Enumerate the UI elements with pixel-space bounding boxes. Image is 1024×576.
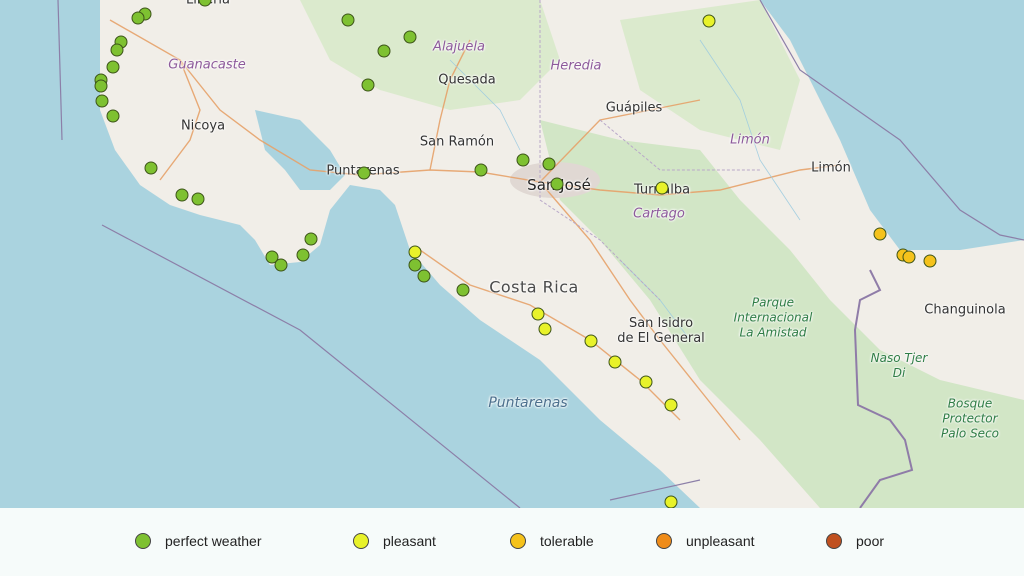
map-label-park: Bosque Protector Palo Seco xyxy=(940,396,1000,441)
weather-marker-perfect-weather[interactable] xyxy=(274,258,288,272)
map-base-layer xyxy=(57,0,1024,508)
legend-label: unpleasant xyxy=(686,533,755,549)
legend-item-tolerable[interactable]: tolerable xyxy=(510,533,594,549)
map-label-region: Alajuela xyxy=(433,39,485,55)
weather-marker-perfect-weather[interactable] xyxy=(296,248,310,262)
legend-label: tolerable xyxy=(540,533,594,549)
weather-marker-perfect-weather[interactable] xyxy=(106,109,120,123)
weather-marker-pleasant[interactable] xyxy=(531,307,545,321)
map-label-city: San Isidro de El General xyxy=(617,316,705,346)
weather-marker-tolerable[interactable] xyxy=(873,227,887,241)
weather-marker-perfect-weather[interactable] xyxy=(516,153,530,167)
weather-marker-perfect-weather[interactable] xyxy=(361,78,375,92)
legend-item-unpleasant[interactable]: unpleasant xyxy=(656,533,755,549)
legend-swatch-icon xyxy=(353,533,369,549)
map-label-region: Heredia xyxy=(550,58,602,74)
legend: perfect weather pleasant tolerable unpleasa… xyxy=(0,508,1024,576)
weather-marker-pleasant[interactable] xyxy=(664,398,678,412)
map-label-city: Limón xyxy=(811,160,851,176)
weather-marker-perfect-weather[interactable] xyxy=(550,177,564,191)
map-label-region: Cartago xyxy=(633,206,685,222)
weather-marker-perfect-weather[interactable] xyxy=(357,166,371,180)
legend-swatch-icon xyxy=(826,533,842,549)
legend-swatch-icon xyxy=(510,533,526,549)
map-view[interactable]: LiberiaGuanacasteAlajuelaHerediaQuesadaG… xyxy=(0,0,1024,508)
map-label-region: Limón xyxy=(730,132,770,148)
weather-marker-perfect-weather[interactable] xyxy=(144,161,158,175)
legend-label: perfect weather xyxy=(165,533,262,549)
weather-marker-pleasant[interactable] xyxy=(655,181,669,195)
legend-item-perfect-weather[interactable]: perfect weather xyxy=(135,533,262,549)
weather-marker-perfect-weather[interactable] xyxy=(542,157,556,171)
legend-item-poor[interactable]: poor xyxy=(826,533,884,549)
weather-marker-perfect-weather[interactable] xyxy=(131,11,145,25)
map-label-country: Costa Rica xyxy=(489,277,579,297)
weather-marker-perfect-weather[interactable] xyxy=(95,94,109,108)
weather-marker-pleasant[interactable] xyxy=(584,334,598,348)
weather-marker-tolerable[interactable] xyxy=(923,254,937,268)
weather-marker-perfect-weather[interactable] xyxy=(106,60,120,74)
weather-marker-perfect-weather[interactable] xyxy=(341,13,355,27)
map-label-park: Parque Internacional La Amistad xyxy=(733,295,813,340)
map-label-city: Nicoya xyxy=(180,118,226,134)
map-label-city: Quesada xyxy=(438,72,496,88)
weather-marker-perfect-weather[interactable] xyxy=(403,30,417,44)
weather-marker-perfect-weather[interactable] xyxy=(456,283,470,297)
weather-marker-perfect-weather[interactable] xyxy=(474,163,488,177)
weather-marker-tolerable[interactable] xyxy=(902,250,916,264)
weather-marker-pleasant[interactable] xyxy=(702,14,716,28)
map-label-city: Guápiles xyxy=(605,100,663,116)
weather-marker-perfect-weather[interactable] xyxy=(417,269,431,283)
weather-marker-perfect-weather[interactable] xyxy=(191,192,205,206)
weather-marker-pleasant[interactable] xyxy=(608,355,622,369)
weather-marker-perfect-weather[interactable] xyxy=(377,44,391,58)
map-label-city: San Ramón xyxy=(419,134,495,150)
map-label-region: Guanacaste xyxy=(168,57,246,73)
legend-swatch-icon xyxy=(135,533,151,549)
weather-marker-pleasant[interactable] xyxy=(408,245,422,259)
map-label-sea: Puntarenas xyxy=(488,395,568,411)
weather-marker-perfect-weather[interactable] xyxy=(175,188,189,202)
legend-label: poor xyxy=(856,533,885,549)
map-label-city: Changuinola xyxy=(924,302,1006,318)
weather-marker-pleasant[interactable] xyxy=(538,322,552,336)
weather-marker-pleasant[interactable] xyxy=(639,375,653,389)
weather-marker-pleasant[interactable] xyxy=(664,495,678,508)
weather-marker-perfect-weather[interactable] xyxy=(110,43,124,57)
weather-marker-perfect-weather[interactable] xyxy=(94,79,108,93)
legend-item-pleasant[interactable]: pleasant xyxy=(353,533,436,549)
weather-marker-perfect-weather[interactable] xyxy=(304,232,318,246)
legend-swatch-icon xyxy=(656,533,672,549)
map-label-park: Naso Tjer Di xyxy=(870,351,928,380)
legend-label: pleasant xyxy=(383,533,436,549)
